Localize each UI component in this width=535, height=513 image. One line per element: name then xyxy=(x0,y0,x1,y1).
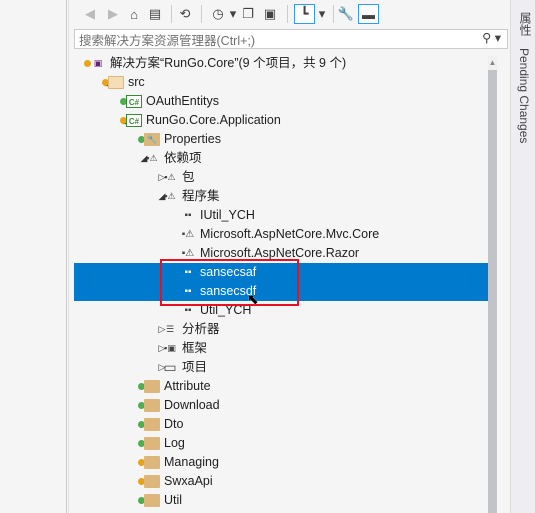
sync-button[interactable]: ⟲ xyxy=(177,4,193,24)
tree-item-label: Managing xyxy=(164,455,219,469)
pending-changes-filter-button[interactable]: ◷ xyxy=(210,4,226,24)
tree-item-label: Download xyxy=(164,398,220,412)
toolbar-separator xyxy=(171,5,172,23)
tree-item-label: src xyxy=(128,75,145,89)
tree-item-label: Util xyxy=(164,493,183,507)
scroll-up-arrow-icon[interactable]: ▲ xyxy=(488,58,497,67)
folder-icon xyxy=(144,456,160,469)
folder-icon xyxy=(144,418,160,431)
tree-item-label: 框架 xyxy=(182,341,208,355)
tree-item-label: 包 xyxy=(182,170,195,184)
tree-item-label: SwxaApi xyxy=(164,474,213,488)
tree-item[interactable]: ▷Log xyxy=(74,434,488,453)
tab-properties[interactable]: 属性 xyxy=(517,12,534,36)
project-icon: ▭ xyxy=(163,359,177,375)
tree-item-label: Dto xyxy=(164,417,184,431)
tree-item-label: 分析器 xyxy=(182,322,220,336)
tree-item[interactable]: ▷🔧Properties xyxy=(74,130,488,149)
home-button[interactable]: ⌂ xyxy=(126,4,142,24)
package-icon: ▪⚠ xyxy=(164,172,176,182)
tree-item[interactable]: ▣ 解决方案“RunGo.Core”(9 个项目，共 9 个) xyxy=(74,54,488,73)
scrollbar-thumb[interactable] xyxy=(488,70,497,513)
toolbar-separator xyxy=(201,5,202,23)
tree-item[interactable]: ▪⚠ Microsoft.AspNetCore.Mvc.Core xyxy=(74,225,488,244)
tree-item[interactable]: ◢ ▪⚠ 依赖项 xyxy=(74,149,488,168)
tree-item-label: OAuthEntitys xyxy=(146,94,219,108)
tree-item-label: 依赖项 xyxy=(164,151,202,165)
show-all-files-button[interactable]: ▣ xyxy=(262,4,278,24)
mouse-cursor-icon: ⬉ xyxy=(247,291,259,307)
tree-item[interactable]: ▷Download xyxy=(74,396,488,415)
tree-item[interactable]: ▷Managing xyxy=(74,453,488,472)
tree-item[interactable]: ◢C#RunGo.Core.Application xyxy=(74,111,488,130)
forward-button[interactable]: ▶ xyxy=(105,4,121,24)
csharp-icon: C# xyxy=(126,95,142,108)
folder-icon xyxy=(144,494,160,507)
search-icon[interactable]: ⚲ ▾ xyxy=(482,30,501,45)
solution-icon: ▣ xyxy=(93,58,103,68)
csharp-icon: C# xyxy=(126,114,142,127)
folder-icon xyxy=(144,437,160,450)
tree-item[interactable]: ▷C#OAuthEntitys xyxy=(74,92,488,111)
right-side-tab-strip: 属性 Pending Changes xyxy=(510,0,535,513)
tree-item[interactable]: ◢src xyxy=(74,73,488,92)
highlight-box xyxy=(160,259,299,306)
analyzer-icon: ☰ xyxy=(165,324,175,334)
folder-icon xyxy=(144,399,160,412)
dependencies-icon: ▪⚠ xyxy=(146,153,158,163)
switch-views-button[interactable]: ▤ xyxy=(147,4,163,24)
tree-item-label: RunGo.Core.Application xyxy=(146,113,281,127)
tab-pending-changes[interactable]: Pending Changes xyxy=(517,48,531,143)
tree-item-label: IUtil_YCH xyxy=(200,208,255,222)
tree-item[interactable]: ▷ ▭ 项目 xyxy=(74,358,488,377)
tree-item[interactable]: ▪▪ IUtil_YCH xyxy=(74,206,488,225)
tree-view-dropdown[interactable]: ▾ xyxy=(317,4,327,24)
assembly-warning-icon: ▪⚠ xyxy=(181,229,195,240)
tree-item[interactable]: ▷SwxaApi xyxy=(74,472,488,491)
preview-button[interactable]: ▬ xyxy=(358,4,379,24)
tree-item-label: 项目 xyxy=(182,360,208,374)
tree-item-label: 解决方案“RunGo.Core”(9 个项目，共 9 个) xyxy=(110,56,347,70)
assemblies-icon: ▪⚠ xyxy=(164,191,176,201)
tree-view-button[interactable]: ┗ xyxy=(294,4,315,24)
properties-icon: 🔧 xyxy=(144,133,160,146)
search-input[interactable]: 搜索解决方案资源管理器(Ctrl+;) ⚲ ▾ xyxy=(74,29,508,49)
tree-item[interactable]: ▷ ☰ 分析器 xyxy=(74,320,488,339)
assembly-icon: ▪▪ xyxy=(184,210,192,221)
toolbar-separator xyxy=(333,5,334,23)
framework-icon: ▪▣ xyxy=(164,343,176,353)
properties-button[interactable]: 🔧 xyxy=(338,4,354,24)
folder-icon xyxy=(144,380,160,393)
tree-item-label: Microsoft.AspNetCore.Mvc.Core xyxy=(200,227,380,241)
back-button[interactable]: ◀ xyxy=(82,4,98,24)
tree-item[interactable]: ▷Attribute xyxy=(74,377,488,396)
tree-item[interactable]: ▷ ▪▣ 框架 xyxy=(74,339,488,358)
tree-item[interactable]: ▷ ▪⚠ 包 xyxy=(74,168,488,187)
tree-item[interactable]: ◢ ▪⚠ 程序集 xyxy=(74,187,488,206)
search-placeholder: 搜索解决方案资源管理器(Ctrl+;) xyxy=(79,33,256,48)
pending-changes-dropdown[interactable]: ▾ xyxy=(228,4,238,24)
left-editor-area xyxy=(0,0,67,513)
tree-item-label: Properties xyxy=(164,132,221,146)
tree-item-label: Attribute xyxy=(164,379,211,393)
folder-open-icon xyxy=(108,76,124,89)
tree-item-label: Log xyxy=(164,436,185,450)
folder-icon xyxy=(144,475,160,488)
tree-item[interactable]: ▷Util xyxy=(74,491,488,510)
toolbar-separator xyxy=(287,5,288,23)
tree-item-label: 程序集 xyxy=(182,189,220,203)
collapse-all-button[interactable]: ❐ xyxy=(240,4,256,24)
tree-item[interactable]: ▷Dto xyxy=(74,415,488,434)
